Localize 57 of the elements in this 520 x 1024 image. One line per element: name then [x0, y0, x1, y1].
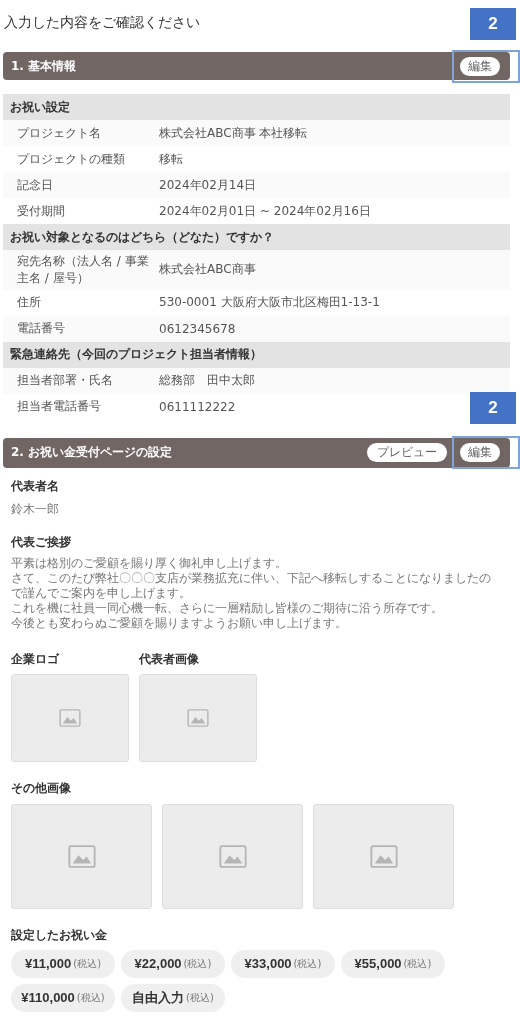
edit-button[interactable]: 編集	[460, 56, 500, 76]
section-title: 1. 基本情報	[11, 57, 77, 75]
field-heading: 代表者画像	[139, 650, 200, 668]
tax-note: (税込)	[293, 956, 322, 971]
field-label: 記念日	[16, 176, 54, 194]
tax-note: (税込)	[403, 956, 432, 971]
image-icon	[218, 844, 247, 868]
greeting-line: これを機に社員一同心機一転、さらに一層精励し皆様のご期待に沿う所存です。	[11, 600, 444, 616]
field-heading: 企業ロゴ	[11, 650, 60, 668]
image-icon	[187, 708, 209, 727]
field-value: 移転	[159, 150, 183, 168]
field-value: 0612345678	[159, 321, 236, 336]
field-value: 2024年02月14日	[159, 176, 257, 194]
field-value: 株式会社ABC商事 本社移転	[159, 124, 308, 142]
field-heading: その他画像	[11, 779, 72, 797]
field-label: 担当者部署・氏名	[16, 372, 114, 389]
group-heading: お祝い設定	[3, 94, 510, 120]
field-value: 0611112222	[159, 399, 236, 414]
representative-name: 鈴木一郎	[11, 500, 60, 518]
field-value: 2024年02月01日 ~ 2024年02月16日	[159, 202, 371, 220]
greeting-line: さて、このたび弊社〇〇〇支店が業務拡充に伴い、下記へ移転しすることになりましたので謹んでご案内を申し上げます。	[11, 570, 492, 601]
field-heading: 代表ご挨拶	[11, 533, 72, 551]
greeting-line: 平素は格別のご愛顧を賜り厚く御礼申し上げます。	[11, 555, 288, 571]
amount-value: ¥22,000	[134, 956, 182, 972]
amount-value: ¥110,000	[21, 990, 75, 1006]
tax-note: (税込)	[76, 990, 105, 1005]
field-label: 住所	[16, 294, 42, 311]
section-title: 2. お祝い金受付ページの設定	[11, 444, 173, 462]
tax-note: (税込)	[73, 956, 102, 971]
field-value: 株式会社ABC商事	[159, 261, 256, 279]
image-icon	[67, 844, 96, 868]
amount-value: 自由入力	[132, 988, 185, 1007]
group-heading: 緊急連絡先（今回のプロジェクト担当者情報）	[3, 341, 510, 368]
amount-value: ¥55,000	[354, 956, 402, 972]
field-label: 担当者電話番号	[16, 398, 102, 415]
amount-value: ¥33,000	[244, 956, 292, 972]
edit-button[interactable]: 編集	[460, 443, 500, 463]
tax-note: (税込)	[183, 956, 212, 971]
page-title: 入力した内容をご確認ください	[3, 13, 200, 32]
greeting-line: 今後とも変わらぬご愛顧を賜りますようお願い申し上げます。	[11, 615, 348, 631]
field-label: プロジェクトの種類	[16, 150, 126, 168]
image-icon	[59, 708, 81, 727]
annotation-badge: 2	[470, 391, 516, 424]
tax-note: (税込)	[186, 990, 214, 1005]
field-heading: 代表者名	[11, 477, 60, 495]
annotation-badge: 2	[470, 8, 516, 40]
image-icon	[369, 844, 398, 868]
field-value: 530-0001 大阪府大阪市北区梅田1-13-1	[159, 294, 380, 312]
field-value: 総務部 田中太郎	[159, 372, 255, 390]
field-label: プロジェクト名	[16, 124, 102, 142]
field-label: 電話番号	[16, 320, 66, 337]
field-label: 受付期間	[16, 202, 66, 220]
preview-button[interactable]: プレビュー	[367, 443, 447, 463]
amount-value: ¥11,000	[24, 956, 72, 972]
group-heading: お祝い対象となるのはどちら（どなた）ですか？	[3, 224, 510, 250]
field-label: 宛先名称（法人名 / 事業主名 / 屋号）	[16, 253, 150, 287]
field-heading: 設定したお祝い金	[11, 926, 108, 944]
